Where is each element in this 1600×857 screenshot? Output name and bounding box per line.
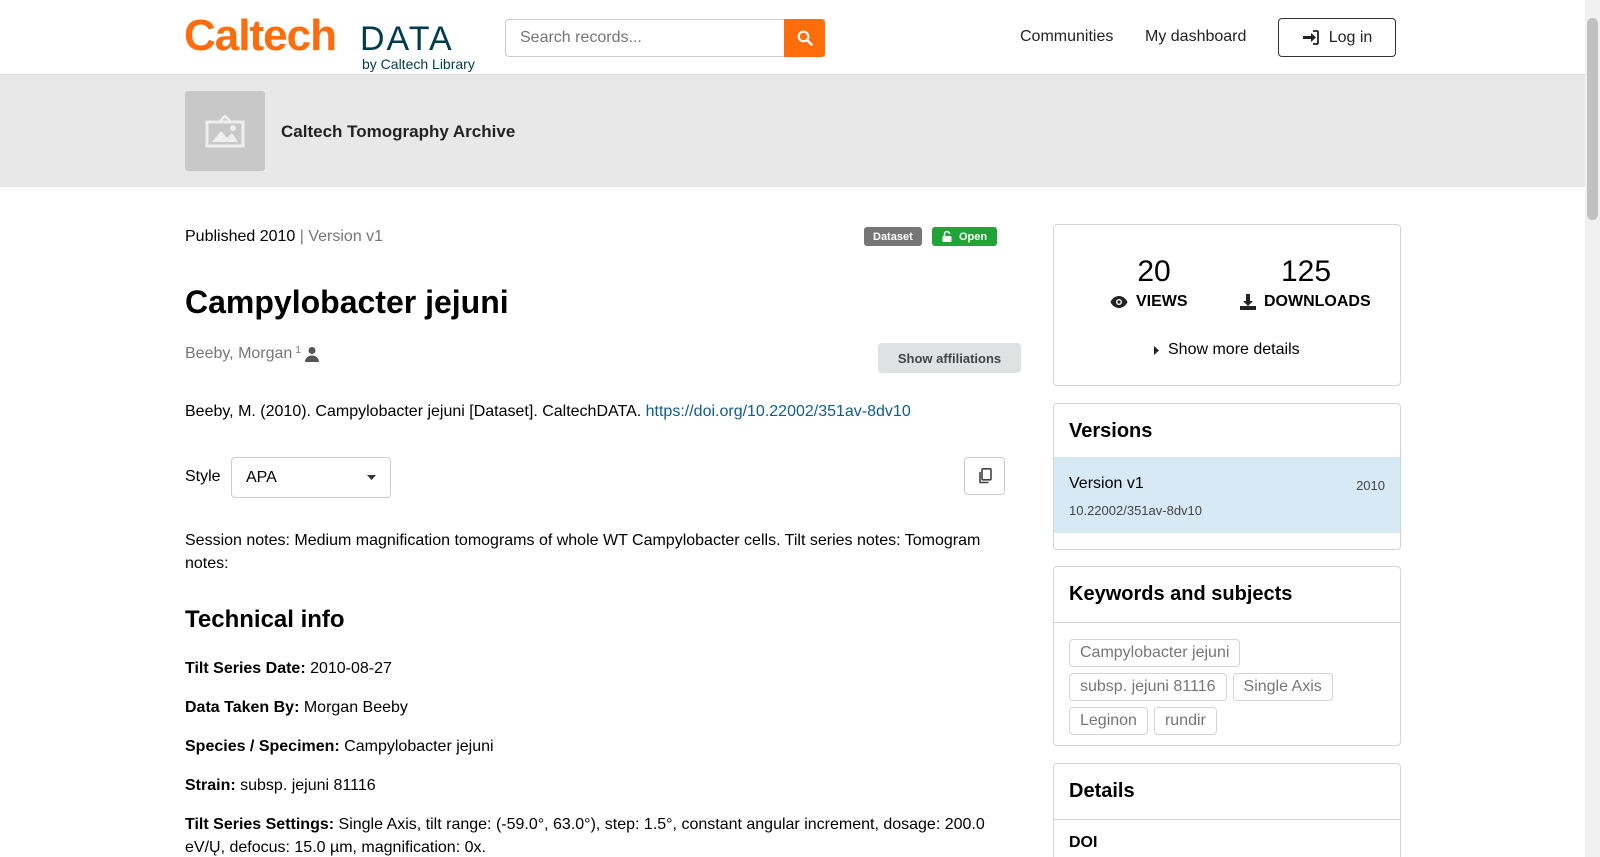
field-value: 2010-08-27 bbox=[305, 660, 392, 677]
nav-communities[interactable]: Communities bbox=[1020, 28, 1113, 46]
resource-type-badge: Dataset bbox=[864, 227, 922, 246]
sign-in-icon bbox=[1302, 30, 1319, 45]
scrollbar-thumb[interactable] bbox=[1587, 18, 1598, 220]
version-doi: 10.22002/351av-8dv10 bbox=[1069, 503, 1203, 518]
creator[interactable]: Beeby, Morgan 1 bbox=[185, 345, 320, 363]
unlock-icon bbox=[942, 231, 952, 242]
versions-heading: Versions bbox=[1054, 404, 1400, 460]
citation-text: Beeby, M. (2010). Campylobacter jejuni [… bbox=[185, 403, 646, 420]
field-label: Tilt Series Date: bbox=[185, 660, 306, 677]
page-scrollbar[interactable] bbox=[1585, 0, 1600, 857]
citation-style-dropdown[interactable]: APA bbox=[231, 457, 391, 498]
record-description: Session notes: Medium magnification tomo… bbox=[185, 532, 981, 572]
access-badge: Open bbox=[932, 227, 998, 246]
stats-card: 20 VIEWS 125 DOWNLOADS Show more details bbox=[1053, 224, 1401, 386]
version-name[interactable]: Version v1 bbox=[1069, 475, 1144, 493]
logo-subtitle: by Caltech Library bbox=[362, 56, 475, 72]
field-value: subsp. jejuni 81116 bbox=[235, 777, 376, 794]
nav-my-dashboard[interactable]: My dashboard bbox=[1145, 28, 1246, 46]
views-label-text: VIEWS bbox=[1136, 293, 1188, 310]
record-title: Campylobacter jejuni bbox=[185, 284, 509, 320]
eye-icon bbox=[1110, 296, 1128, 308]
details-card: Details DOI bbox=[1053, 763, 1401, 857]
creator-name[interactable]: Beeby, Morgan bbox=[185, 345, 292, 363]
technical-info-heading: Technical info bbox=[185, 606, 345, 633]
keywords-card: Keywords and subjects Campylobacter jeju… bbox=[1053, 566, 1401, 746]
version-separator: | bbox=[295, 228, 309, 245]
caltech-data-logo[interactable]: Caltech DATA by Caltech Library bbox=[184, 11, 475, 73]
creator-affiliation-number: 1 bbox=[295, 344, 301, 356]
field-species: Species / Specimen: Campylobacter jejuni bbox=[185, 735, 1005, 758]
field-tilt-series-date: Tilt Series Date: 2010-08-27 bbox=[185, 657, 1005, 680]
style-label: Style bbox=[185, 468, 221, 485]
community-name[interactable]: Caltech Tomography Archive bbox=[281, 122, 515, 142]
community-logo-placeholder[interactable] bbox=[185, 91, 265, 171]
citation: Beeby, M. (2010). Campylobacter jejuni [… bbox=[185, 403, 911, 421]
image-icon bbox=[205, 114, 245, 148]
version-year: 2010 bbox=[1356, 478, 1385, 493]
field-label: Species / Specimen: bbox=[185, 738, 340, 755]
keyword-tag[interactable]: Leginon bbox=[1069, 707, 1148, 735]
more-details-label: Show more details bbox=[1168, 341, 1300, 358]
version-item[interactable]: Version v1 2010 10.22002/351av-8dv10 bbox=[1054, 457, 1400, 533]
login-label: Log in bbox=[1328, 28, 1373, 46]
logo-caltech-text: Caltech bbox=[184, 11, 337, 60]
downloads-label-text: DOWNLOADS bbox=[1264, 293, 1371, 310]
keyword-list: Campylobacter jejuni subsp. jejuni 81116… bbox=[1054, 623, 1400, 751]
published-date: Published 2010 bbox=[185, 228, 296, 245]
keyword-tag[interactable]: rundir bbox=[1153, 707, 1217, 735]
version-label: Version v1 bbox=[308, 228, 384, 245]
style-value: APA bbox=[246, 468, 277, 486]
download-icon bbox=[1240, 294, 1256, 310]
field-value: Campylobacter jejuni bbox=[339, 738, 494, 755]
show-affiliations-button[interactable]: Show affiliations bbox=[878, 343, 1021, 373]
views-label: VIEWS bbox=[1110, 293, 1188, 311]
access-label: Open bbox=[959, 230, 988, 243]
citation-doi-link[interactable]: https://doi.org/10.22002/351av-8dv10 bbox=[646, 403, 911, 420]
field-value: Morgan Beeby bbox=[299, 699, 408, 716]
keyword-tag[interactable]: subsp. jejuni 81116 bbox=[1069, 673, 1227, 701]
field-tilt-series-settings: Tilt Series Settings: Single Axis, tilt … bbox=[185, 813, 1005, 857]
versions-card: Versions Version v1 2010 10.22002/351av-… bbox=[1053, 403, 1401, 550]
details-doi-label: DOI bbox=[1069, 834, 1098, 851]
search-button[interactable] bbox=[784, 19, 825, 57]
keyword-tag[interactable]: Single Axis bbox=[1232, 673, 1333, 701]
caret-down-icon bbox=[367, 475, 376, 480]
field-label: Strain: bbox=[185, 777, 236, 794]
field-data-taken-by: Data Taken By: Morgan Beeby bbox=[185, 696, 1005, 719]
downloads-label: DOWNLOADS bbox=[1240, 293, 1371, 311]
person-icon bbox=[304, 347, 319, 362]
caret-right-icon bbox=[1154, 345, 1159, 355]
search-input[interactable] bbox=[506, 20, 824, 56]
search-icon bbox=[797, 30, 813, 46]
show-more-details-toggle[interactable]: Show more details bbox=[1154, 341, 1300, 359]
keywords-heading: Keywords and subjects bbox=[1054, 567, 1400, 623]
copy-icon bbox=[978, 468, 992, 484]
site-header: Caltech DATA by Caltech Library Communit… bbox=[0, 0, 1585, 75]
field-strain: Strain: subsp. jejuni 81116 bbox=[185, 774, 1005, 797]
field-label: Data Taken By: bbox=[185, 699, 300, 716]
details-heading: Details bbox=[1054, 764, 1400, 820]
downloads-count: 125 bbox=[1280, 255, 1332, 288]
publication-info: Published 2010 | Version v1 bbox=[185, 228, 383, 246]
login-button[interactable]: Log in bbox=[1278, 18, 1396, 57]
community-banner: Caltech Tomography Archive bbox=[0, 75, 1585, 187]
logo-data-text: DATA bbox=[360, 20, 454, 58]
views-count: 20 bbox=[1137, 255, 1171, 288]
field-label: Tilt Series Settings: bbox=[185, 816, 335, 833]
keyword-tag[interactable]: Campylobacter jejuni bbox=[1069, 639, 1241, 667]
search-box bbox=[505, 19, 825, 57]
copy-citation-button[interactable] bbox=[964, 457, 1005, 495]
